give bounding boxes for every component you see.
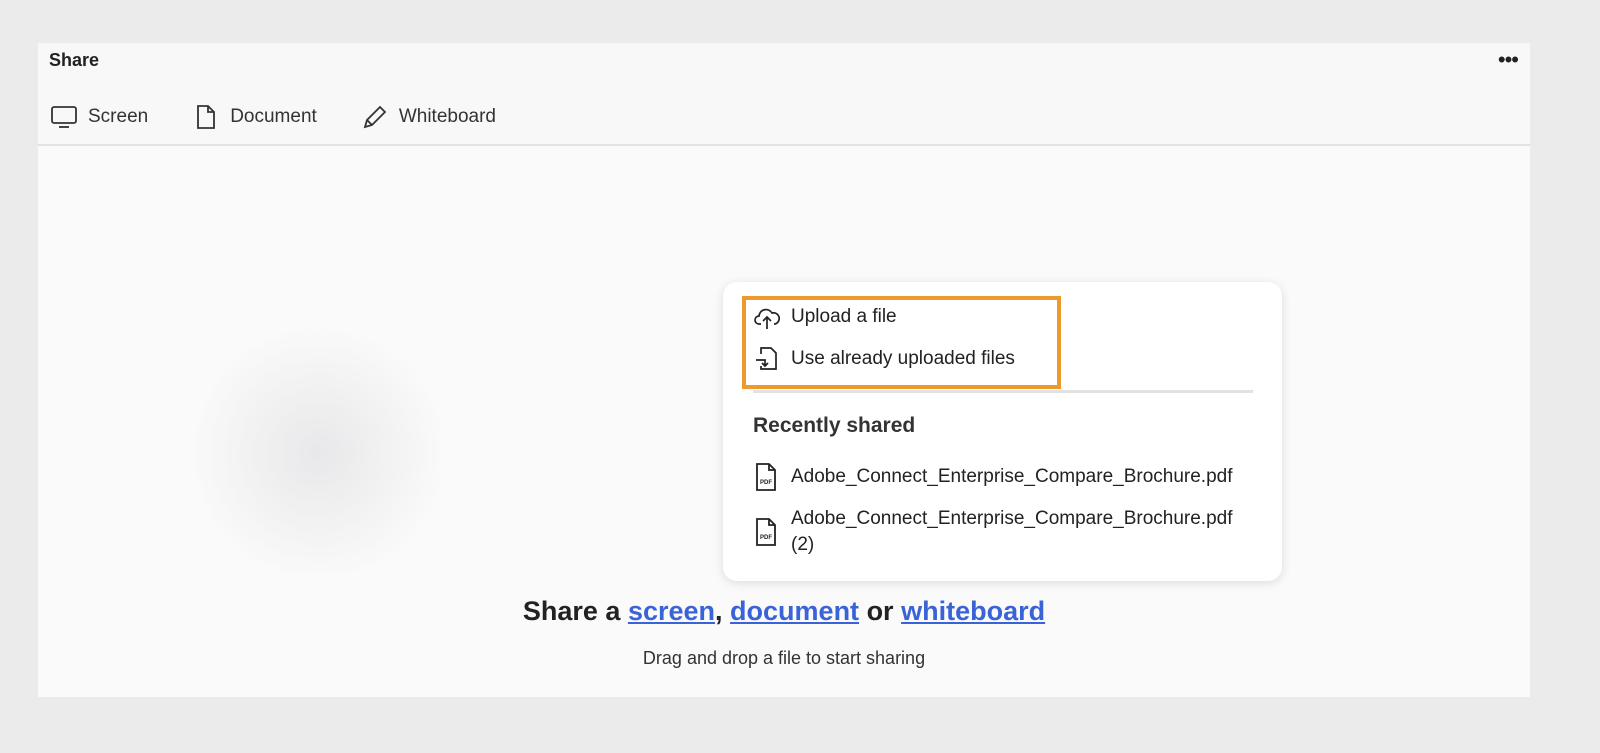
pdf-file-icon: PDF bbox=[756, 518, 776, 546]
tab-whiteboard[interactable]: Whiteboard bbox=[361, 103, 496, 131]
background-blur bbox=[188, 323, 448, 583]
divider bbox=[753, 390, 1253, 393]
file-import-icon bbox=[756, 347, 777, 370]
cta-or: or bbox=[859, 596, 902, 626]
upload-label: Upload a file bbox=[791, 306, 897, 327]
use-uploaded-files-item[interactable]: Use already uploaded files bbox=[753, 345, 1015, 373]
share-document-menu: Upload a file Use already uploaded files… bbox=[723, 282, 1282, 581]
recent-file-item[interactable]: PDF Adobe_Connect_Enterprise_Compare_Bro… bbox=[753, 462, 1233, 492]
tab-screen[interactable]: Screen bbox=[50, 103, 148, 131]
cta-text: Share a bbox=[522, 596, 628, 626]
svg-text:PDF: PDF bbox=[760, 480, 772, 486]
share-header: Share ••• Screen Document Whiteboard bbox=[38, 43, 1530, 146]
share-prompt: Share a screen, document or whiteboard bbox=[38, 596, 1530, 627]
monitor-icon bbox=[51, 106, 77, 128]
share-screen-link[interactable]: screen bbox=[628, 596, 715, 626]
share-document-link[interactable]: document bbox=[730, 596, 859, 626]
share-whiteboard-link[interactable]: whiteboard bbox=[901, 596, 1045, 626]
upload-file-item[interactable]: Upload a file bbox=[753, 303, 897, 331]
file-name: Adobe_Connect_Enterprise_Compare_Brochur… bbox=[791, 466, 1233, 487]
tab-label: Screen bbox=[88, 106, 149, 127]
cta-comma: , bbox=[715, 596, 731, 626]
file-suffix: (2) bbox=[791, 534, 815, 555]
file-name: Adobe_Connect_Enterprise_Compare_Brochur… bbox=[791, 508, 1233, 529]
tab-label: Whiteboard bbox=[398, 106, 496, 127]
pencil-icon bbox=[363, 105, 387, 129]
use-uploaded-label: Use already uploaded files bbox=[791, 348, 1015, 369]
tab-document[interactable]: Document bbox=[192, 103, 317, 131]
more-options-button[interactable]: ••• bbox=[1498, 47, 1519, 73]
tab-label: Document bbox=[230, 106, 317, 127]
drag-drop-hint: Drag and drop a file to start sharing bbox=[642, 648, 926, 668]
pdf-file-icon: PDF bbox=[756, 463, 776, 491]
share-tabs: Screen Document Whiteboard bbox=[50, 103, 496, 131]
panel-title: Share bbox=[49, 50, 100, 70]
svg-text:PDF: PDF bbox=[760, 535, 772, 541]
share-panel: Share ••• Screen Document Whiteboard Upl… bbox=[38, 43, 1530, 697]
recently-shared-heading: Recently shared bbox=[753, 414, 916, 437]
cloud-upload-icon bbox=[754, 308, 781, 329]
document-icon bbox=[197, 105, 216, 129]
recent-file-item[interactable]: PDF Adobe_Connect_Enterprise_Compare_Bro… bbox=[753, 506, 1233, 558]
